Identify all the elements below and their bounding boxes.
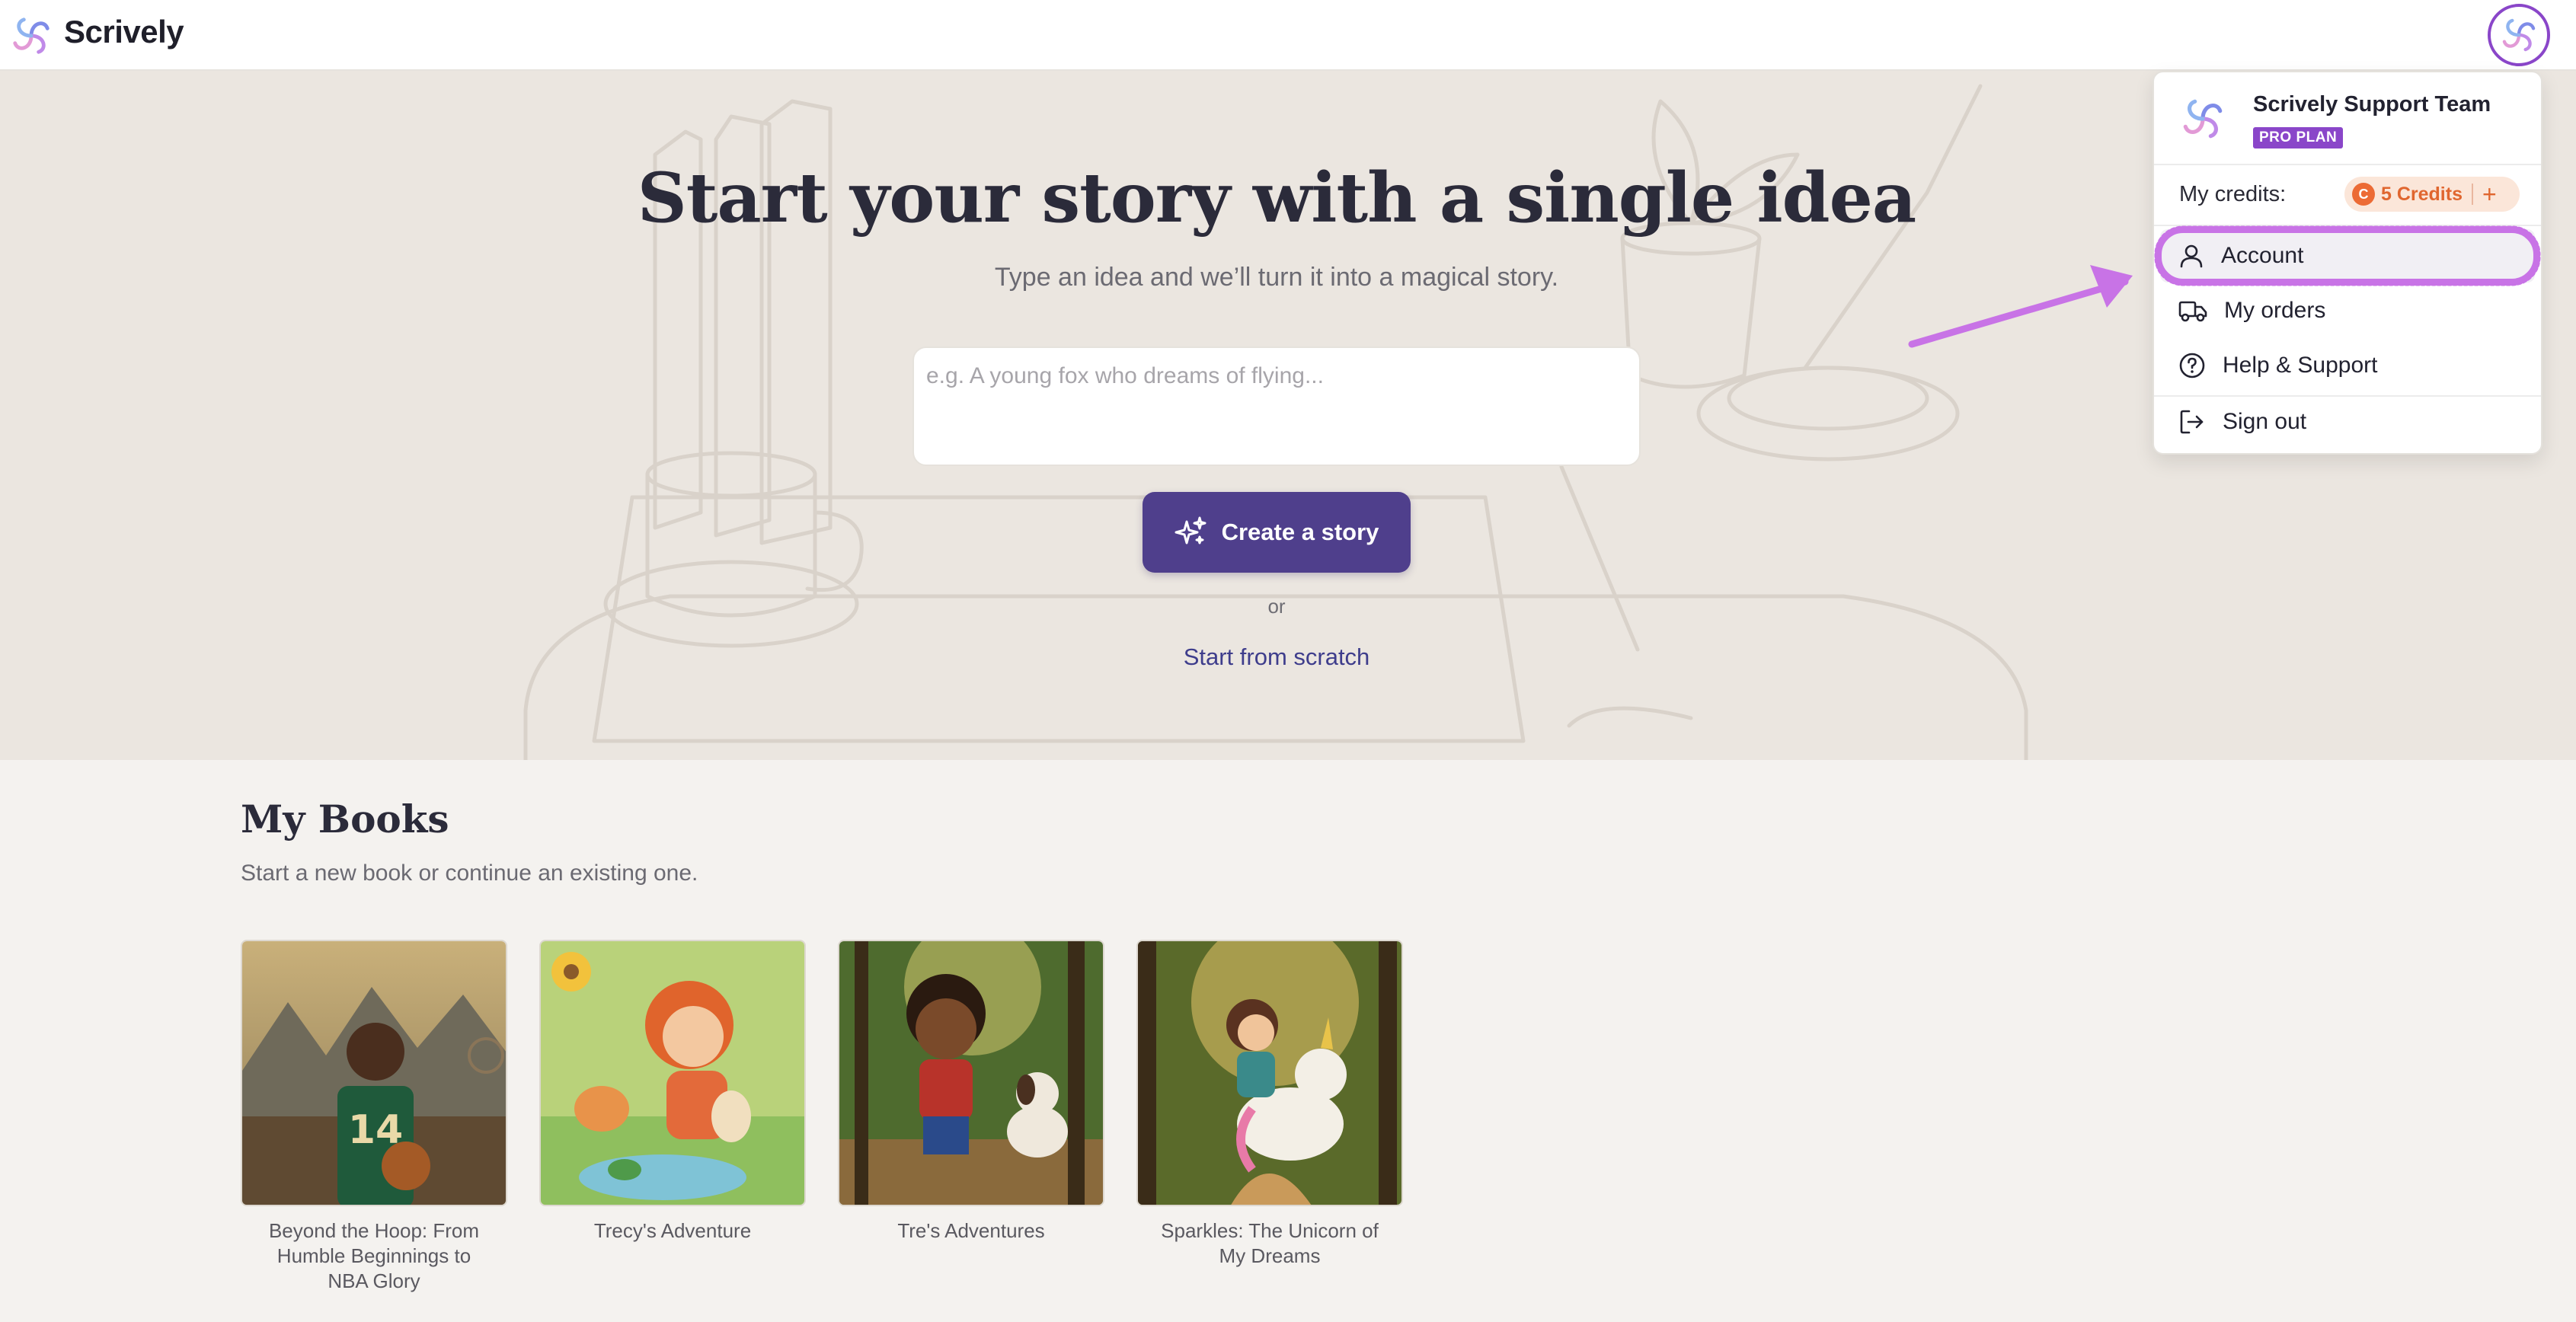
book-cover[interactable] bbox=[539, 940, 806, 1206]
scrively-avatar-icon bbox=[2502, 18, 2536, 52]
brand-name[interactable]: Scrively bbox=[64, 14, 184, 50]
credits-value: 5 Credits bbox=[2381, 183, 2463, 205]
menu-item-label: Help & Support bbox=[2223, 353, 2378, 378]
menu-item-label: My orders bbox=[2224, 298, 2326, 323]
create-story-button[interactable]: Create a story bbox=[1143, 492, 1411, 573]
menu-divider bbox=[2154, 225, 2541, 226]
account-dropdown-menu: Scrively Support Team PRO PLAN My credit… bbox=[2153, 71, 2542, 455]
my-books-subtitle: Start a new book or continue an existing… bbox=[241, 861, 698, 886]
scrively-logo-icon bbox=[2183, 99, 2223, 139]
basketball-player-cover-image: 14 bbox=[242, 941, 506, 1205]
menu-item-label: Account bbox=[2221, 243, 2304, 268]
sparkles-icon bbox=[1175, 516, 1207, 544]
user-icon bbox=[2180, 244, 2203, 268]
book-cover[interactable] bbox=[1136, 940, 1403, 1206]
girl-and-animals-cover-image bbox=[541, 941, 804, 1205]
or-separator: or bbox=[1267, 595, 1286, 618]
start-from-scratch-link[interactable]: Start from scratch bbox=[0, 643, 2553, 671]
menu-item-account[interactable]: Account bbox=[2160, 229, 2535, 283]
book-cover[interactable]: 14 bbox=[241, 940, 507, 1206]
unicorn-cover-image bbox=[1138, 941, 1401, 1205]
book-card[interactable]: Trecy's Adventure bbox=[539, 940, 806, 1244]
help-circle-icon bbox=[2179, 353, 2205, 378]
add-credits-button[interactable]: + bbox=[2482, 182, 2497, 206]
my-books-title: My Books bbox=[241, 797, 449, 841]
credits-divider bbox=[2471, 184, 2473, 205]
create-story-label: Create a story bbox=[1221, 519, 1379, 545]
menu-item-my-orders[interactable]: My orders bbox=[2160, 284, 2535, 337]
book-title[interactable]: Beyond the Hoop: From Humble Beginnings … bbox=[241, 1218, 507, 1294]
plan-badge: PRO PLAN bbox=[2253, 127, 2344, 148]
story-idea-input[interactable] bbox=[912, 346, 1641, 466]
menu-divider bbox=[2154, 164, 2541, 165]
user-name: Scrively Support Team bbox=[2253, 92, 2491, 117]
user-avatar-button[interactable] bbox=[2488, 4, 2550, 66]
book-card[interactable]: Sparkles: The Unicorn of My Dreams bbox=[1136, 940, 1403, 1269]
book-card[interactable]: 14 Beyond the Hoop: From Humble Beginnin… bbox=[241, 940, 507, 1294]
book-title[interactable]: Tre's Adventures bbox=[838, 1218, 1104, 1244]
truck-icon bbox=[2178, 301, 2207, 322]
credit-coin-icon: C bbox=[2352, 183, 2375, 206]
top-bar: Scrively bbox=[0, 0, 2576, 71]
boy-and-dog-cover-image bbox=[839, 941, 1103, 1205]
menu-item-sign-out[interactable]: Sign out bbox=[2160, 395, 2535, 449]
book-title[interactable]: Sparkles: The Unicorn of My Dreams bbox=[1136, 1218, 1403, 1269]
book-card[interactable]: Tre's Adventures bbox=[838, 940, 1104, 1244]
credits-pill[interactable]: C 5 Credits + bbox=[2344, 177, 2520, 212]
book-cover[interactable] bbox=[838, 940, 1104, 1206]
menu-item-label: Sign out bbox=[2223, 409, 2307, 434]
scrively-logo-icon[interactable] bbox=[9, 14, 53, 58]
book-title[interactable]: Trecy's Adventure bbox=[539, 1218, 806, 1244]
credits-label: My credits: bbox=[2179, 182, 2287, 206]
sign-out-icon bbox=[2180, 410, 2204, 434]
menu-item-help-support[interactable]: Help & Support bbox=[2160, 339, 2535, 392]
